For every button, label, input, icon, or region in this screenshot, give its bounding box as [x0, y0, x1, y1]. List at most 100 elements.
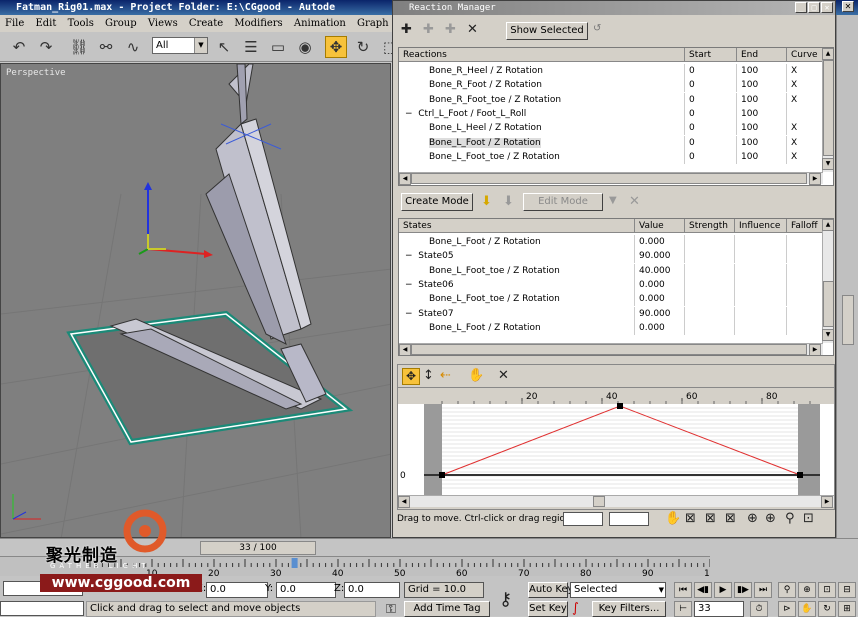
y-coordinate-field[interactable]: 0.0 [276, 582, 336, 598]
create-mode-button[interactable]: Create Mode [401, 193, 473, 211]
scroll-right-icon[interactable]: ▶ [809, 344, 821, 355]
maximize-icon[interactable]: □ [808, 2, 820, 13]
undo-icon[interactable]: ↶ [8, 36, 30, 58]
reaction-curve[interactable]: X [787, 92, 823, 107]
state-influence[interactable] [735, 263, 787, 278]
append-state-icon[interactable]: ⬇ [503, 194, 514, 209]
scroll-left-icon[interactable]: ◀ [399, 173, 411, 185]
zoom-values-icon[interactable]: ⊠ [725, 511, 736, 527]
auto-key-button[interactable]: Auto Key [528, 582, 574, 598]
reactions-horizontal-scrollbar[interactable]: ◀ ▶ [399, 172, 823, 185]
curve-horizontal-scrollbar[interactable]: ◀ ▶ [398, 495, 834, 508]
zoom-extents-all-icon[interactable]: ⊟ [838, 582, 856, 598]
state-row[interactable]: Bone_L_Foot / Z Rotation 0.000 [399, 320, 823, 335]
select-by-name-icon[interactable]: ☰ [240, 36, 262, 58]
reaction-row[interactable]: Bone_R_Foot_toe / Z Rotation 0 100 X [399, 92, 823, 107]
delete-state-icon[interactable]: ✕ [629, 194, 640, 209]
insert-key-icon[interactable]: ⇠ [440, 368, 451, 383]
minimize-icon[interactable]: _ [795, 2, 807, 13]
delete-key-icon[interactable]: ✕ [498, 368, 509, 383]
column-header-falloff[interactable]: Falloff [787, 219, 823, 233]
scroll-thumb[interactable] [411, 173, 807, 184]
state-row[interactable]: Bone_L_Foot_toe / Z Rotation 0.000 [399, 292, 823, 307]
unlink-icon[interactable]: ⚯ [95, 36, 117, 58]
window-crossing-icon[interactable]: ◉ [294, 36, 316, 58]
state-value[interactable]: 0.000 [635, 320, 685, 335]
key-mode-dropdown[interactable]: Selected ▼ [570, 582, 666, 598]
redo-icon[interactable]: ↷ [35, 36, 57, 58]
state-strength[interactable] [685, 277, 735, 292]
zoom-extents-icon[interactable]: ⊡ [818, 582, 836, 598]
state-value[interactable]: 40.000 [635, 263, 685, 278]
state-falloff[interactable] [787, 292, 823, 307]
key-tangent-icon[interactable]: ∫ [572, 601, 579, 616]
state-strength[interactable] [685, 292, 735, 307]
reaction-curve[interactable]: X [787, 121, 823, 136]
close-icon[interactable]: ✕ [821, 2, 833, 13]
reaction-curve[interactable]: X [787, 64, 823, 78]
collapse-icon[interactable]: − [405, 251, 418, 261]
states-horizontal-scrollbar[interactable]: ◀ ▶ [399, 343, 823, 355]
field-of-view-icon[interactable]: ⊳ [778, 601, 796, 617]
reaction-curve[interactable] [787, 106, 823, 121]
scale-keys-icon[interactable]: ↕ [423, 368, 434, 383]
add-slave-icon[interactable]: ✚ [445, 22, 456, 37]
state-row[interactable]: − State06 0.000 [399, 277, 823, 292]
state-strength[interactable] [685, 249, 735, 264]
curve-svg[interactable]: 20 40 60 80 0 [398, 388, 834, 496]
scroll-left-icon[interactable]: ◀ [398, 496, 410, 508]
scroll-thumb[interactable] [593, 496, 605, 507]
curve-graph[interactable]: 20 40 60 80 0 [398, 387, 834, 496]
state-falloff[interactable] [787, 249, 823, 264]
state-value[interactable]: 90.000 [635, 249, 685, 264]
value-field[interactable] [609, 512, 649, 526]
add-icon[interactable]: ✚ [401, 22, 412, 37]
panel-scroll-thumb[interactable] [842, 295, 854, 345]
z-coordinate-field[interactable]: 0.0 [344, 582, 400, 598]
column-header-end[interactable]: End [737, 48, 787, 62]
select-and-move-icon[interactable]: ✥ [325, 36, 347, 58]
menu-file[interactable]: File [5, 18, 24, 29]
select-link-icon[interactable]: ⛓ [68, 36, 90, 58]
refresh-icon[interactable]: ↺ [593, 23, 601, 34]
zoom-all-icon[interactable]: ⊕ [798, 582, 816, 598]
perspective-viewport[interactable]: Perspective [0, 63, 391, 538]
reaction-row[interactable]: Bone_R_Foot / Z Rotation 0 100 X [399, 78, 823, 93]
menu-animation[interactable]: Animation [294, 18, 346, 29]
state-falloff[interactable] [787, 277, 823, 292]
zoom-window-icon[interactable]: ⊡ [803, 511, 814, 527]
state-falloff[interactable] [787, 235, 823, 249]
menu-create[interactable]: Create [189, 18, 223, 29]
scroll-up-icon[interactable]: ▲ [822, 48, 833, 60]
key-filters-button[interactable]: Key Filters... [592, 601, 666, 617]
menu-modifiers[interactable]: Modifiers [234, 18, 282, 29]
pan-icon[interactable]: ✋ [468, 368, 484, 383]
state-falloff[interactable] [787, 306, 823, 321]
state-row[interactable]: − State05 90.000 [399, 249, 823, 264]
menu-tools[interactable]: Tools [68, 18, 94, 29]
reaction-row[interactable]: Bone_L_Heel / Z Rotation 0 100 X [399, 121, 823, 136]
column-header-states[interactable]: States [399, 219, 635, 233]
reaction-curve[interactable]: X [787, 135, 823, 150]
time-configuration-icon[interactable]: ⏱ [750, 601, 768, 617]
menu-views[interactable]: Views [148, 18, 178, 29]
reaction-row[interactable]: Bone_L_Foot / Z Rotation 0 100 X [399, 135, 823, 150]
state-value[interactable]: 90.000 [635, 306, 685, 321]
reactions-vertical-scrollbar[interactable]: ▲ ▼ [822, 48, 833, 172]
move-keys-icon[interactable]: ✥ [402, 368, 420, 385]
collapse-icon[interactable]: − [405, 109, 418, 119]
reaction-manager-title-bar[interactable]: Reaction Manager _ □ ✕ [393, 1, 835, 15]
delete-icon[interactable]: ✕ [467, 22, 478, 37]
state-influence[interactable] [735, 235, 787, 249]
dropdown-icon[interactable]: ▼ [609, 195, 617, 206]
rectangle-selection-icon[interactable]: ▭ [267, 36, 289, 58]
bind-space-warp-icon[interactable]: ∿ [122, 36, 144, 58]
menu-edit[interactable]: Edit [35, 18, 56, 29]
lock-selection-icon[interactable]: ⚿ [386, 602, 396, 617]
scroll-right-icon[interactable]: ▶ [821, 496, 833, 508]
frame-field[interactable] [563, 512, 603, 526]
arc-rotate-icon[interactable]: ↻ [818, 601, 836, 617]
selection-filter-dropdown[interactable]: All ▼ [152, 37, 208, 54]
reaction-curve[interactable]: X [787, 78, 823, 93]
current-frame-field[interactable]: 33 [694, 601, 744, 617]
